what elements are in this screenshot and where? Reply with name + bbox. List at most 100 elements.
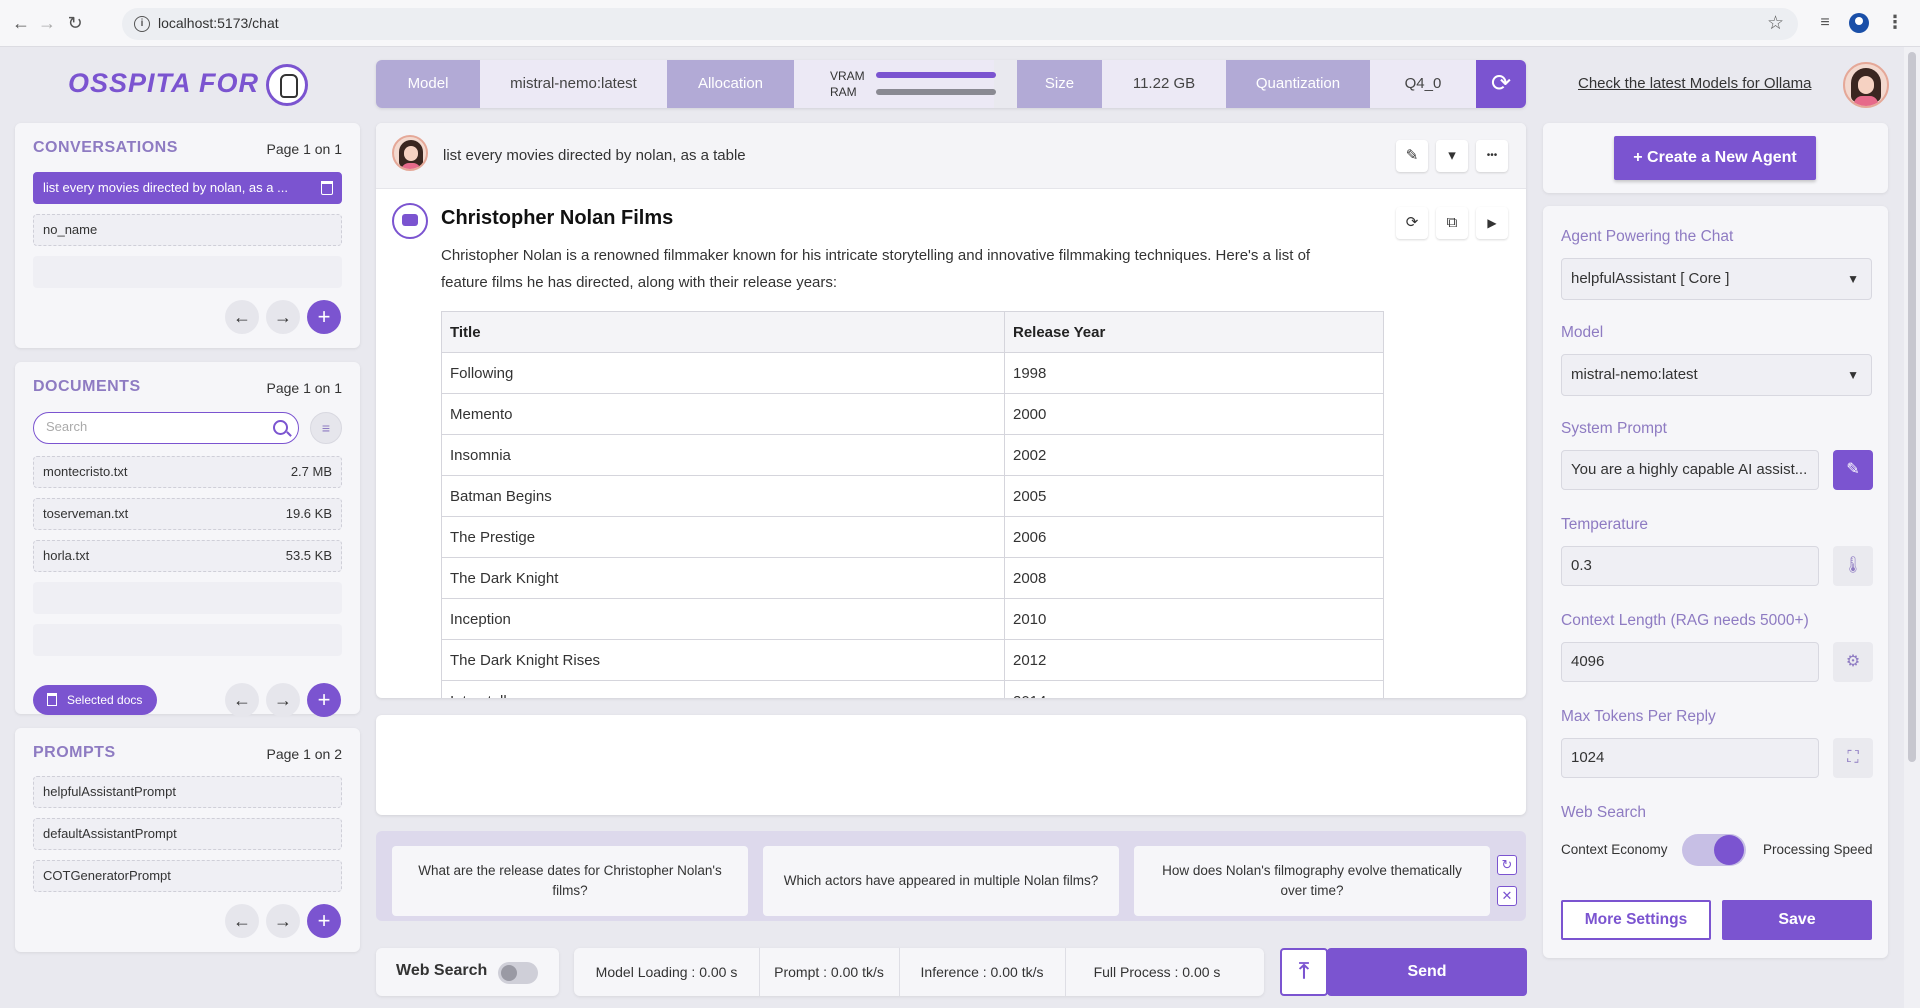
context-economy-label: Context Economy [1561, 842, 1668, 857]
model-loading-stat: Model Loading : 0.00 s [595, 964, 738, 980]
table-cell: Insomnia [441, 434, 1005, 476]
play-audio-icon[interactable]: ▶ [1476, 207, 1508, 239]
create-agent-button[interactable]: + Create a New Agent [1614, 136, 1816, 180]
allocation-bars: VRAM RAM [794, 60, 996, 108]
delete-conversation-icon[interactable] [321, 181, 333, 195]
agent-select-value: helpfulAssistant [ Core ] [1571, 270, 1730, 287]
chevron-down-icon: ▼ [1847, 368, 1859, 382]
selected-docs-label: Selected docs [67, 693, 143, 707]
table-cell: 1998 [1004, 352, 1384, 394]
table-row: Memento 2000 [441, 393, 1384, 435]
prompts-prev-button[interactable]: ← [225, 904, 259, 938]
system-prompt-label: System Prompt [1561, 420, 1667, 437]
site-info-icon[interactable]: i [134, 16, 150, 32]
edit-system-prompt-icon[interactable]: ✎ [1833, 450, 1873, 490]
agent-select[interactable]: helpfulAssistant [ Core ] ▼ [1561, 258, 1872, 300]
prompt-item[interactable]: defaultAssistantPrompt [33, 818, 342, 850]
web-search-toggle[interactable] [498, 962, 538, 984]
assistant-chat-icon [392, 203, 428, 239]
response-intro: Christopher Nolan is a renowned filmmake… [441, 247, 1311, 291]
refresh-suggestions-icon[interactable]: ↻ [1497, 855, 1517, 875]
web-search-mode-toggle[interactable] [1682, 834, 1746, 866]
filter-icon[interactable]: ≡ [310, 412, 342, 444]
document-name: horla.txt [43, 548, 90, 563]
edit-message-icon[interactable]: ✎ [1396, 140, 1428, 172]
context-length-field[interactable]: 4096 [1561, 642, 1819, 682]
context-length-label: Context Length (RAG needs 5000+) [1561, 612, 1809, 629]
conversations-panel: CONVERSATIONS Page 1 on 1 list every mov… [15, 123, 360, 348]
ram-label: RAM [830, 85, 857, 99]
table-cell: 2010 [1004, 598, 1384, 640]
films-table: Title Release Year Following 1998 Memento… [441, 311, 1384, 698]
search-icon[interactable] [273, 420, 288, 435]
table-cell: Interstellar [441, 680, 1005, 698]
prompt-item[interactable]: helpfulAssistantPrompt [33, 776, 342, 808]
max-tokens-field[interactable]: 1024 [1561, 738, 1819, 778]
documents-search-input[interactable] [46, 419, 266, 434]
suggestion-button[interactable]: What are the release dates for Christoph… [392, 846, 748, 916]
document-item[interactable]: toserveman.txt 19.6 KB [33, 498, 342, 530]
page-scrollbar-thumb[interactable] [1908, 52, 1916, 762]
send-button[interactable]: Send [1327, 948, 1527, 996]
add-conversation-button[interactable]: + [307, 300, 341, 334]
url-text[interactable]: localhost:5173/chat [158, 15, 279, 31]
suggestions-bar: What are the release dates for Christoph… [376, 831, 1526, 921]
add-document-button[interactable]: + [307, 683, 341, 717]
documents-next-button[interactable]: → [266, 683, 300, 717]
document-size: 53.5 KB [285, 548, 332, 563]
chip-icon[interactable]: ⚙ [1833, 642, 1873, 682]
more-options-icon[interactable]: ••• [1476, 140, 1508, 172]
user-avatar[interactable] [1843, 62, 1889, 108]
agent-settings-panel: Agent Powering the Chat helpfulAssistant… [1543, 206, 1888, 958]
prompt-item[interactable]: COTGeneratorPrompt [33, 860, 342, 892]
prompts-next-button[interactable]: → [266, 904, 300, 938]
table-cell: 2005 [1004, 475, 1384, 517]
conversation-item[interactable]: no_name [33, 214, 342, 246]
bookmark-star-icon[interactable]: ☆ [1767, 12, 1784, 35]
message-input[interactable] [376, 715, 1526, 815]
suggestion-button[interactable]: How does Nolan's filmography evolve them… [1134, 846, 1490, 916]
address-bar[interactable]: i localhost:5173/chat ☆ [122, 8, 1798, 40]
system-prompt-field[interactable]: You are a highly capable AI assist... [1561, 450, 1819, 490]
quantization-label: Quantization [1226, 60, 1370, 108]
forward-arrow-icon[interactable]: → [36, 12, 58, 34]
expand-icon[interactable]: ⛶ [1833, 738, 1873, 778]
table-row: The Dark Knight 2008 [441, 557, 1384, 599]
upload-icon[interactable]: ⤒ [1280, 948, 1328, 996]
conversations-next-button[interactable]: → [266, 300, 300, 334]
prompts-title: PROMPTS [33, 744, 116, 761]
media-queue-icon[interactable]: ≡ [1814, 12, 1836, 34]
table-cell: Memento [441, 393, 1005, 435]
web-search-toggle-group: Web Search [376, 948, 559, 996]
documents-prev-button[interactable]: ← [225, 683, 259, 717]
temperature-field[interactable]: 0.3 [1561, 546, 1819, 586]
collapse-message-icon[interactable]: ▾ [1436, 140, 1468, 172]
chat-history[interactable]: list every movies directed by nolan, as … [376, 123, 1526, 698]
reload-icon[interactable]: ↻ [64, 12, 86, 34]
save-button[interactable]: Save [1722, 900, 1872, 940]
more-settings-button[interactable]: More Settings [1561, 900, 1711, 940]
suggestion-button[interactable]: Which actors have appeared in multiple N… [763, 846, 1119, 916]
regenerate-icon[interactable]: ⟳ [1396, 207, 1428, 239]
table-row: The Prestige 2006 [441, 516, 1384, 558]
document-item[interactable]: montecristo.txt 2.7 MB [33, 456, 342, 488]
conversation-item-active[interactable]: list every movies directed by nolan, as … [33, 172, 342, 204]
browser-profile-icon[interactable] [1849, 13, 1869, 33]
conversations-prev-button[interactable]: ← [225, 300, 259, 334]
documents-search[interactable] [33, 412, 299, 444]
copy-icon[interactable]: ⧉ [1436, 207, 1468, 239]
add-prompt-button[interactable]: + [307, 904, 341, 938]
allocation-label: Allocation [667, 60, 794, 108]
thermometer-icon[interactable]: 🌡 [1833, 546, 1873, 586]
document-item[interactable]: horla.txt 53.5 KB [33, 540, 342, 572]
close-suggestions-icon[interactable]: ✕ [1497, 886, 1517, 906]
model-select[interactable]: mistral-nemo:latest ▼ [1561, 354, 1872, 396]
refresh-model-button[interactable]: ⟳ [1476, 60, 1526, 108]
check-latest-models-link[interactable]: Check the latest Models for Ollama [1578, 75, 1811, 92]
back-arrow-icon[interactable]: ← [10, 12, 32, 34]
processing-speed-label: Processing Speed [1763, 842, 1873, 857]
table-cell: 2000 [1004, 393, 1384, 435]
browser-menu-icon[interactable]: ⋮ [1886, 12, 1904, 33]
user-message: list every movies directed by nolan, as … [376, 123, 1526, 189]
selected-docs-button[interactable]: Selected docs [33, 685, 157, 715]
